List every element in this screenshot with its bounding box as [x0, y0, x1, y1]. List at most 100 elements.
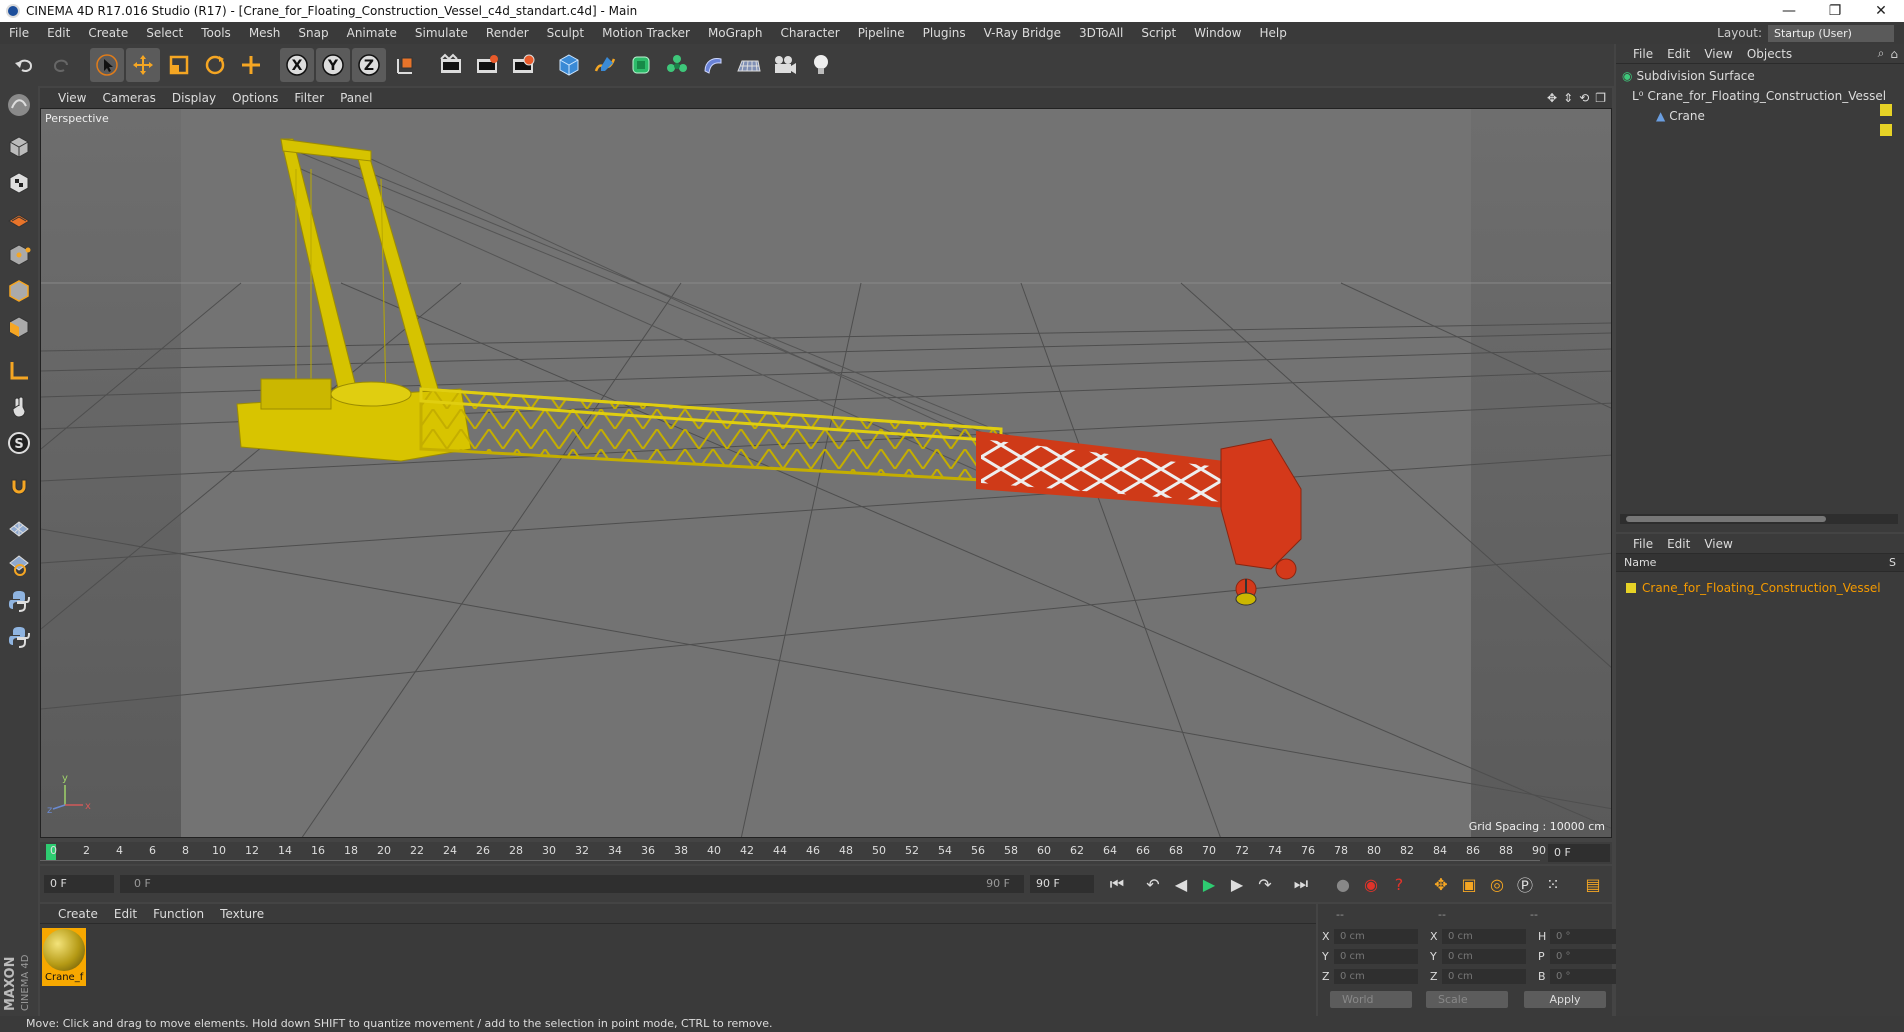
menu-pipeline[interactable]: Pipeline [849, 26, 914, 40]
scale-tool-icon[interactable] [162, 48, 196, 82]
keyframe-selection-icon[interactable]: ? [1386, 871, 1412, 897]
current-frame-field[interactable]: 0 F [1548, 844, 1610, 862]
attribute-menu-edit[interactable]: Edit [1660, 537, 1697, 551]
rotation-p-field[interactable]: 0 ° [1550, 948, 1626, 964]
workplane-mode-icon[interactable] [2, 202, 36, 236]
object-home-icon[interactable]: ⌂ [1890, 47, 1898, 61]
mograph-cloner-icon[interactable] [660, 48, 694, 82]
rotation-b-field[interactable]: 0 ° [1550, 968, 1626, 984]
record-keys-icon[interactable]: ● [1330, 871, 1356, 897]
position-z-field[interactable]: 0 cm [1334, 968, 1418, 984]
tree-item-vessel[interactable]: L⁰ Crane_for_Floating_Construction_Vesse… [1632, 86, 1886, 106]
viewport-rotate-icon[interactable]: ⟲ [1579, 91, 1589, 105]
size-z-field[interactable]: 0 cm [1442, 968, 1526, 984]
previous-key-icon[interactable]: ↶ [1140, 871, 1166, 897]
make-editable-icon[interactable] [2, 88, 36, 122]
points-mode-icon[interactable] [2, 238, 36, 272]
viewport-menu-options[interactable]: Options [224, 91, 286, 105]
move-tool-icon[interactable] [126, 48, 160, 82]
key-scale-icon[interactable]: ▣ [1456, 871, 1482, 897]
material-menu-texture[interactable]: Texture [212, 907, 272, 921]
menu-file[interactable]: File [0, 26, 38, 40]
nurbs-icon[interactable] [624, 48, 658, 82]
camera-icon[interactable] [768, 48, 802, 82]
menu-vray-bridge[interactable]: V-Ray Bridge [975, 26, 1070, 40]
menu-select[interactable]: Select [137, 26, 192, 40]
menu-create[interactable]: Create [79, 26, 137, 40]
material-menu-create[interactable]: Create [50, 907, 106, 921]
attribute-menu-view[interactable]: View [1697, 537, 1739, 551]
menu-motion-tracker[interactable]: Motion Tracker [593, 26, 699, 40]
coordinate-space-dropdown[interactable]: World [1330, 991, 1412, 1008]
polygons-mode-icon[interactable] [2, 310, 36, 344]
y-axis-lock-icon[interactable]: Y [316, 48, 350, 82]
viewport-menu-cameras[interactable]: Cameras [94, 91, 163, 105]
viewport-maximize-icon[interactable]: ❐ [1595, 91, 1606, 105]
quantize-icon[interactable] [2, 548, 36, 582]
frame-range-slider[interactable]: 0 F 90 F [120, 875, 1024, 893]
object-menu-objects[interactable]: Objects [1740, 47, 1799, 61]
menu-window[interactable]: Window [1185, 26, 1250, 40]
snap-settings-icon[interactable]: S [2, 426, 36, 460]
menu-animate[interactable]: Animate [338, 26, 406, 40]
size-x-field[interactable]: 0 cm [1442, 928, 1526, 944]
enable-snap-magnet-icon[interactable] [2, 470, 36, 504]
tree-item-crane[interactable]: ▲ Crane [1656, 106, 1705, 126]
minimize-button[interactable]: — [1766, 0, 1812, 22]
viewport-menu-display[interactable]: Display [164, 91, 224, 105]
select-tool-icon[interactable] [90, 48, 124, 82]
menu-simulate[interactable]: Simulate [406, 26, 477, 40]
axis-mode-icon[interactable] [2, 354, 36, 388]
material-swatch[interactable]: Crane_f [42, 928, 86, 986]
previous-frame-icon[interactable]: ◀ [1168, 871, 1194, 897]
close-button[interactable]: ✕ [1858, 0, 1904, 22]
deformer-icon[interactable] [696, 48, 730, 82]
grid-snap-icon[interactable] [2, 512, 36, 546]
x-axis-lock-icon[interactable]: X [280, 48, 314, 82]
menu-snap[interactable]: Snap [289, 26, 337, 40]
material-tag-icon[interactable] [1880, 124, 1892, 136]
spline-pen-icon[interactable] [588, 48, 622, 82]
cube-primitive-icon[interactable] [552, 48, 586, 82]
size-mode-dropdown[interactable]: Scale [1426, 991, 1508, 1008]
viewport-pan-icon[interactable]: ✥ [1547, 91, 1557, 105]
menu-tools[interactable]: Tools [192, 26, 240, 40]
menu-3dtoall[interactable]: 3DToAll [1070, 26, 1132, 40]
edges-mode-icon[interactable] [2, 274, 36, 308]
next-frame-icon[interactable]: ▶ [1224, 871, 1250, 897]
end-frame-field[interactable]: 90 F [1030, 875, 1094, 893]
autokey-icon[interactable]: ◉ [1358, 871, 1384, 897]
object-menu-view[interactable]: View [1697, 47, 1739, 61]
tweak-mode-icon[interactable] [2, 390, 36, 424]
menu-character[interactable]: Character [771, 26, 848, 40]
timeline-ruler[interactable]: 0 2 4 6 8 10 12 14 16 18 20 22 24 26 28 … [40, 842, 1612, 864]
python-script-icon[interactable] [2, 584, 36, 618]
menu-edit[interactable]: Edit [38, 26, 79, 40]
redo-icon[interactable] [44, 48, 78, 82]
viewport-menu-panel[interactable]: Panel [332, 91, 380, 105]
start-frame-field[interactable]: 0 F [44, 875, 114, 893]
menu-plugins[interactable]: Plugins [914, 26, 975, 40]
viewport-menu-filter[interactable]: Filter [286, 91, 332, 105]
size-y-field[interactable]: 0 cm [1442, 948, 1526, 964]
menu-render[interactable]: Render [477, 26, 538, 40]
timeline-window-icon[interactable]: ▤ [1580, 871, 1606, 897]
rotation-h-field[interactable]: 0 ° [1550, 928, 1626, 944]
perspective-viewport[interactable]: y x z Perspective Grid Spacing : 10000 c… [40, 108, 1612, 838]
material-menu-function[interactable]: Function [145, 907, 212, 921]
undo-icon[interactable] [8, 48, 42, 82]
object-menu-file[interactable]: File [1626, 47, 1660, 61]
play-icon[interactable]: ▶ [1196, 871, 1222, 897]
position-y-field[interactable]: 0 cm [1334, 948, 1418, 964]
render-to-picture-viewer-icon[interactable] [470, 48, 504, 82]
position-x-field[interactable]: 0 cm [1334, 928, 1418, 944]
rotate-tool-icon[interactable] [198, 48, 232, 82]
floor-environment-icon[interactable] [732, 48, 766, 82]
z-axis-lock-icon[interactable]: Z [352, 48, 386, 82]
go-to-start-icon[interactable]: ⏮ [1104, 871, 1130, 897]
menu-sculpt[interactable]: Sculpt [538, 26, 593, 40]
object-search-icon[interactable]: ⌕ [1878, 46, 1885, 61]
key-position-icon[interactable]: ✥ [1428, 871, 1454, 897]
next-key-icon[interactable]: ↷ [1252, 871, 1278, 897]
material-menu-edit[interactable]: Edit [106, 907, 145, 921]
